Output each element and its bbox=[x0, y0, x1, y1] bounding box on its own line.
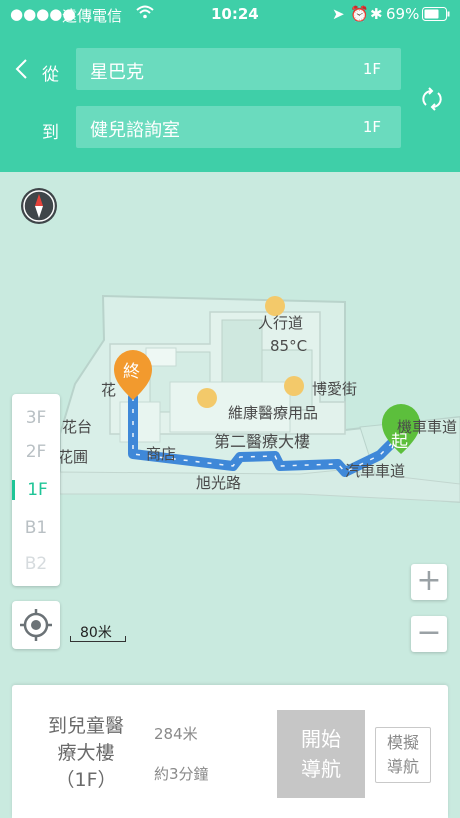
simulate-navigation-button[interactable]: 模擬導航 bbox=[375, 727, 431, 783]
origin-name: 星巴克 bbox=[90, 62, 144, 83]
floor-1f[interactable]: 1F bbox=[12, 480, 60, 500]
compass-button[interactable] bbox=[21, 188, 57, 224]
floor-b1[interactable]: B1 bbox=[12, 518, 60, 538]
clock: 10:24 bbox=[211, 5, 259, 23]
map-label-hua: 花 bbox=[101, 381, 117, 399]
start-marker[interactable]: 起 bbox=[391, 427, 408, 452]
floor-b2[interactable]: B2 bbox=[12, 554, 60, 574]
start-navigation-label: 開始導航 bbox=[301, 727, 341, 781]
map-label-second-building: 第二醫療大樓 bbox=[214, 432, 311, 451]
location-arrow-icon: ➤ bbox=[332, 5, 345, 23]
back-button[interactable] bbox=[14, 58, 28, 86]
map-label-huatai: 花台 bbox=[62, 418, 93, 436]
map-label-car-lane: 汽車車道 bbox=[345, 462, 406, 480]
map-label-temp: 85°C bbox=[270, 337, 308, 355]
map-label-huapu: 花圃 bbox=[58, 448, 89, 466]
destination-field[interactable]: 健兒諮詢室 1F bbox=[76, 106, 401, 148]
origin-field[interactable]: 星巴克 1F bbox=[76, 48, 401, 90]
crosshair-icon bbox=[20, 609, 52, 641]
map-label-weikang: 維康醫療用品 bbox=[228, 404, 319, 422]
origin-floor: 1F bbox=[362, 60, 381, 78]
route-distance: 284米 bbox=[154, 725, 198, 743]
destination-name: 健兒諮詢室 bbox=[90, 120, 180, 141]
status-bar: ●●●●● 遠傳電信 10:24 ➤ ⏰ ✱ 69% bbox=[0, 0, 460, 28]
wifi-icon bbox=[136, 5, 154, 23]
compass-icon bbox=[23, 190, 55, 222]
map-label-boai: 博愛街 bbox=[312, 380, 358, 398]
floor-3f[interactable]: 3F bbox=[12, 408, 60, 428]
end-marker[interactable]: 終 bbox=[123, 357, 140, 382]
floor-selector[interactable]: 3F 2F 1F B1 B2 bbox=[12, 394, 60, 586]
floor-2f[interactable]: 2F bbox=[12, 442, 60, 462]
battery-icon bbox=[422, 7, 450, 25]
destination-summary: 到兒童醫療大樓（1F） bbox=[48, 715, 125, 791]
route-summary-panel: 到兒童醫療大樓（1F） 284米 約3分鐘 開始導航 模擬導航 bbox=[12, 685, 448, 818]
destination-floor: 1F bbox=[362, 118, 381, 136]
zoom-in-button[interactable]: + bbox=[411, 564, 447, 600]
bluetooth-icon: ✱ bbox=[370, 5, 383, 23]
swap-icon bbox=[422, 87, 442, 111]
route-duration: 約3分鐘 bbox=[154, 765, 209, 783]
scale-bar bbox=[70, 636, 126, 642]
start-navigation-button[interactable]: 開始導航 bbox=[277, 710, 365, 798]
map-label-road: 旭光路 bbox=[196, 474, 242, 492]
indoor-map[interactable]: 人行道 85°C 博愛街 維康醫療用品 第二醫療大樓 商店 旭光路 花台 花圃 … bbox=[0, 172, 460, 684]
battery-percent: 69% bbox=[386, 5, 420, 23]
simulate-navigation-label: 模擬導航 bbox=[386, 733, 419, 776]
map-scale: 80米 bbox=[70, 622, 126, 642]
map-label-walkway: 人行道 bbox=[258, 314, 304, 332]
from-label: 從 bbox=[42, 65, 59, 85]
alarm-icon: ⏰ bbox=[350, 5, 369, 23]
map-label-shop: 商店 bbox=[146, 445, 177, 463]
chevron-left-icon bbox=[14, 58, 28, 86]
to-label: 到 bbox=[42, 123, 59, 143]
locate-button[interactable] bbox=[12, 601, 60, 649]
carrier-label: 遠傳電信 bbox=[62, 7, 123, 25]
zoom-out-button[interactable]: − bbox=[411, 616, 447, 652]
swap-button[interactable] bbox=[419, 86, 445, 112]
